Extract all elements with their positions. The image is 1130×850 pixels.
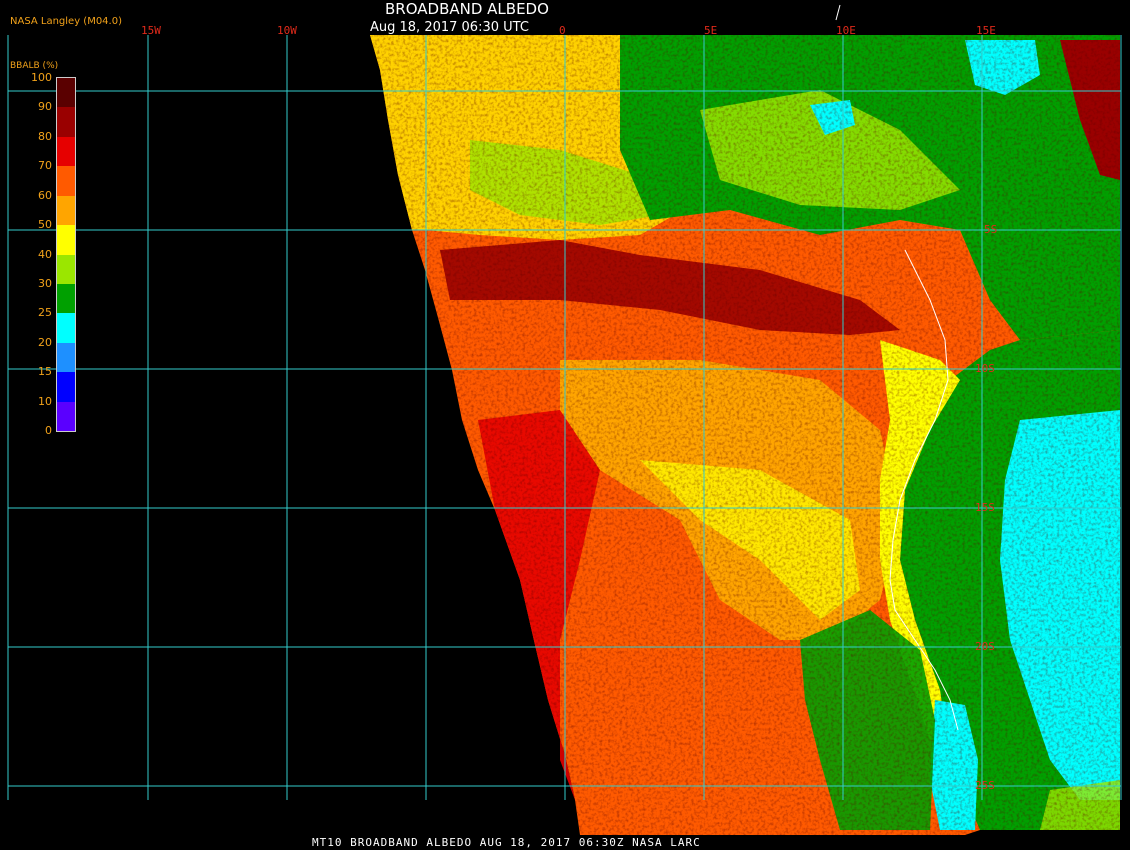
- lon-label-10w: 10W: [277, 24, 297, 37]
- legend-swatch: [57, 401, 75, 432]
- legend-tick-label: 0: [45, 424, 52, 437]
- org-label: NASA Langley (M04.0): [10, 16, 122, 27]
- footer-caption: MT10 BROADBAND ALBEDO AUG 18, 2017 06:30…: [312, 836, 701, 849]
- legend-tick-label: 50: [38, 218, 52, 232]
- legend-tick-label: 20: [38, 335, 52, 349]
- legend-swatch: [57, 107, 75, 138]
- lat-label-5s: 5S: [984, 223, 998, 236]
- legend-swatch: [57, 78, 75, 108]
- albedo-map: [7, 4, 1122, 835]
- legend-colorbar: [56, 77, 76, 432]
- legend-tick-label: 40: [38, 247, 52, 261]
- lon-label-15w: 15W: [141, 24, 161, 37]
- legend-swatch: [57, 342, 75, 373]
- legend-tick-label: 30: [38, 276, 52, 290]
- albedo-swath: [370, 35, 1120, 835]
- albedo-map-view: NASA Langley (M04.0) BROADBAND ALBEDO Au…: [0, 0, 1130, 850]
- legend-swatch: [57, 254, 75, 285]
- legend-tick-label: 25: [38, 306, 52, 320]
- map-title: BROADBAND ALBEDO: [385, 0, 549, 18]
- lat-label-20s: 20S: [975, 640, 995, 653]
- legend-swatch: [57, 195, 75, 226]
- legend-swatch: [57, 372, 75, 403]
- lon-label-0: 0: [559, 24, 566, 37]
- lon-label-15e: 15E: [976, 24, 996, 37]
- legend-tick-label: 10: [38, 394, 52, 408]
- swath-speckle: [370, 35, 1120, 835]
- lat-label-10s: 10S: [975, 362, 995, 375]
- legend-tick-label: 60: [38, 188, 52, 202]
- legend-tick-label: 90: [38, 100, 52, 114]
- legend-tick-label: 70: [38, 159, 52, 173]
- legend-title: BBALB (%): [10, 61, 59, 71]
- legend-swatch: [57, 313, 75, 344]
- legend-tick-label: 80: [38, 129, 52, 143]
- legend-swatch: [57, 283, 75, 314]
- lat-label-15s: 15S: [975, 501, 995, 514]
- lon-label-5e: 5E: [704, 24, 718, 37]
- lon-label-10e: 10E: [836, 24, 856, 37]
- legend-swatch: [57, 136, 75, 167]
- legend-swatch: [57, 225, 75, 255]
- legend-tick-label: 15: [38, 365, 52, 379]
- legend-tick-label: 100: [31, 71, 52, 84]
- lat-label-25s: 25S: [975, 779, 995, 792]
- map-timestamp: Aug 18, 2017 06:30 UTC: [370, 20, 529, 35]
- legend-swatch: [57, 166, 75, 197]
